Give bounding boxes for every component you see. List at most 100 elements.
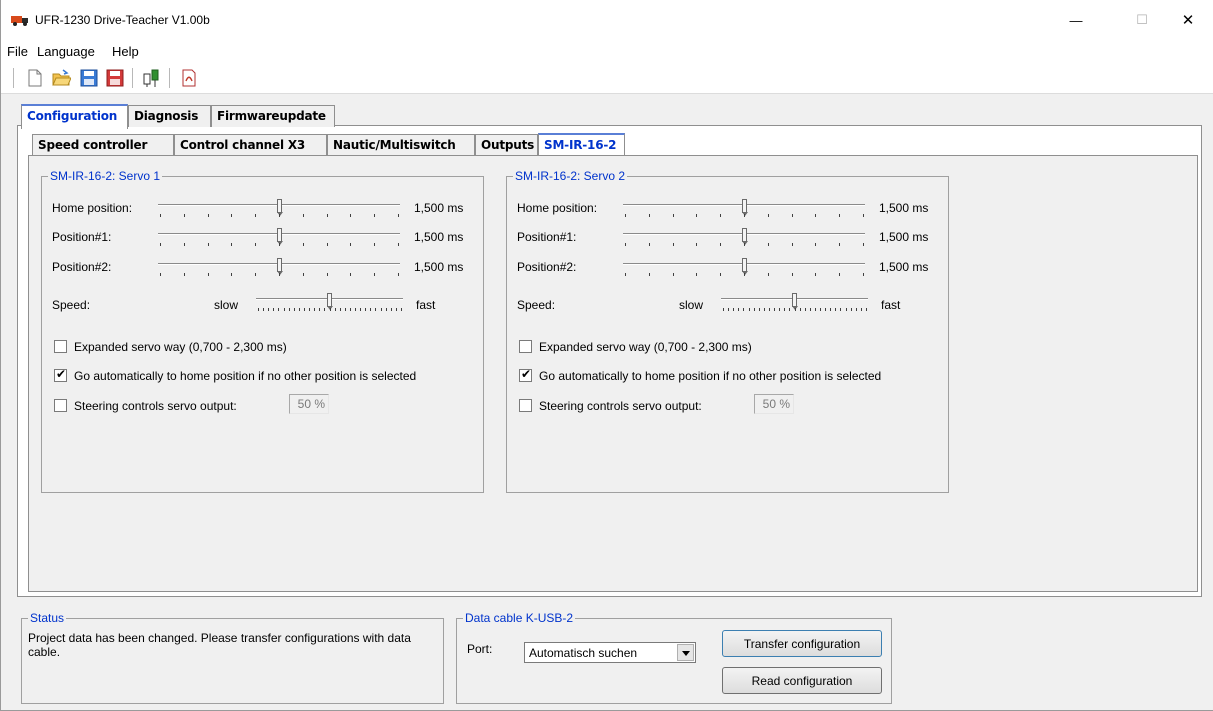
chevron-down-icon[interactable] (677, 644, 694, 661)
slider-tick (231, 273, 232, 276)
menu-language[interactable]: Language (37, 44, 95, 59)
minimize-button[interactable]: — (1053, 0, 1099, 40)
slider-thumb[interactable] (792, 293, 798, 310)
title-bar[interactable]: UFR-1230 Drive-Teacher V1.00b — ☐ ✕ (1, 0, 1213, 40)
slider-tick (754, 308, 755, 311)
slider-tick (759, 308, 760, 311)
steering-checkbox[interactable] (54, 399, 67, 412)
slider-tick (720, 214, 721, 217)
expanded-servo-checkbox[interactable] (54, 340, 67, 353)
toolbar-separator (169, 68, 170, 88)
toolbar (1, 62, 1213, 94)
tab-control-channel-x3[interactable]: Control channel X3 (174, 134, 327, 156)
slider-thumb[interactable] (742, 258, 748, 275)
slider-tick (769, 308, 770, 311)
slider-tick (866, 308, 867, 311)
menu-file[interactable]: File (7, 44, 28, 59)
slider-tick (792, 214, 793, 217)
tab-diagnosis[interactable]: Diagnosis (128, 105, 211, 127)
open-folder-icon[interactable] (51, 68, 71, 88)
slider-tick (744, 214, 745, 217)
home-position-label: Home position: (52, 201, 133, 215)
home-position-slider[interactable] (623, 199, 865, 219)
tab-nautic-multiswitch[interactable]: Nautic/Multiswitch (327, 134, 475, 156)
toolbar-separator (132, 68, 133, 88)
tab-outputs[interactable]: Outputs (475, 134, 538, 156)
slider-tick (355, 308, 356, 311)
position-2-slider[interactable] (158, 258, 400, 278)
slider-tick (733, 308, 734, 311)
position-1-slider[interactable] (158, 228, 400, 248)
auto-home-checkbox[interactable] (54, 367, 67, 382)
status-title: Status (28, 611, 67, 625)
position-2-label: Position#2: (517, 260, 577, 274)
slider-thumb[interactable] (277, 258, 283, 275)
slider-tick (184, 243, 185, 246)
slider-tick (401, 308, 402, 311)
slider-tick (327, 273, 328, 276)
slider-tick (208, 214, 209, 217)
port-select[interactable]: Automatisch suchen (524, 642, 696, 663)
steering-percent-field[interactable]: 50 % (289, 394, 329, 414)
slider-tick (350, 214, 351, 217)
port-label: Port: (467, 642, 493, 656)
slider-tick (744, 273, 745, 276)
slider-tick (851, 308, 852, 311)
slider-tick (398, 273, 399, 276)
auto-home-label: Go automatically to home position if no … (539, 369, 882, 383)
status-group: Status Project data has been changed. Pl… (21, 611, 444, 704)
read-configuration-button[interactable]: Read configuration (722, 667, 882, 694)
auto-home-checkbox[interactable] (519, 367, 532, 382)
slider-tick (255, 214, 256, 217)
slider-tick (279, 214, 280, 217)
home-position-value: 1,500 ms (414, 201, 464, 215)
tab-speed-controller[interactable]: Speed controller (32, 134, 174, 156)
slider-tick (303, 273, 304, 276)
slider-tick (327, 214, 328, 217)
slider-tick (696, 273, 697, 276)
slider-tick (327, 243, 328, 246)
slider-tick (268, 308, 269, 311)
slider-tick (673, 273, 674, 276)
connection-icon[interactable] (141, 68, 161, 88)
steering-checkbox[interactable] (519, 399, 532, 412)
steering-label: Steering controls servo output: (539, 399, 702, 413)
save-icon[interactable] (79, 68, 99, 88)
tab-firmwareupdate[interactable]: Firmwareupdate (211, 105, 335, 127)
slider-tick (263, 308, 264, 311)
home-position-slider[interactable] (158, 199, 400, 219)
steering-percent-field[interactable]: 50 % (754, 394, 794, 414)
speed-slider[interactable] (256, 293, 403, 313)
slider-thumb[interactable] (277, 199, 283, 216)
servo-1-title: SM-IR-16-2: Servo 1 (48, 169, 163, 183)
slider-thumb[interactable] (277, 228, 283, 245)
speed-slider[interactable] (721, 293, 868, 313)
position-1-value: 1,500 ms (414, 230, 464, 244)
slider-tick (840, 308, 841, 311)
slider-thumb[interactable] (742, 199, 748, 216)
slider-thumb[interactable] (742, 228, 748, 245)
position-2-slider[interactable] (623, 258, 865, 278)
position-1-slider[interactable] (623, 228, 865, 248)
save-as-icon[interactable] (105, 68, 125, 88)
transfer-configuration-button[interactable]: Transfer configuration (722, 630, 882, 657)
slider-tick (381, 308, 382, 311)
slider-tick (340, 308, 341, 311)
tab-configuration[interactable]: Configuration (21, 104, 128, 129)
slider-tick (330, 308, 331, 311)
maximize-button[interactable]: ☐ (1119, 0, 1165, 40)
new-file-icon[interactable] (25, 68, 45, 88)
slider-tick (350, 273, 351, 276)
slider-tick (208, 273, 209, 276)
pdf-icon[interactable] (179, 68, 199, 88)
slider-tick (294, 308, 295, 311)
slider-tick (345, 308, 346, 311)
slider-tick (279, 243, 280, 246)
close-button[interactable]: ✕ (1165, 0, 1211, 40)
expanded-servo-checkbox[interactable] (519, 340, 532, 353)
slider-tick (696, 214, 697, 217)
slider-thumb[interactable] (327, 293, 333, 310)
menu-help[interactable]: Help (112, 44, 139, 59)
slider-tick (360, 308, 361, 311)
slider-tick (309, 308, 310, 311)
